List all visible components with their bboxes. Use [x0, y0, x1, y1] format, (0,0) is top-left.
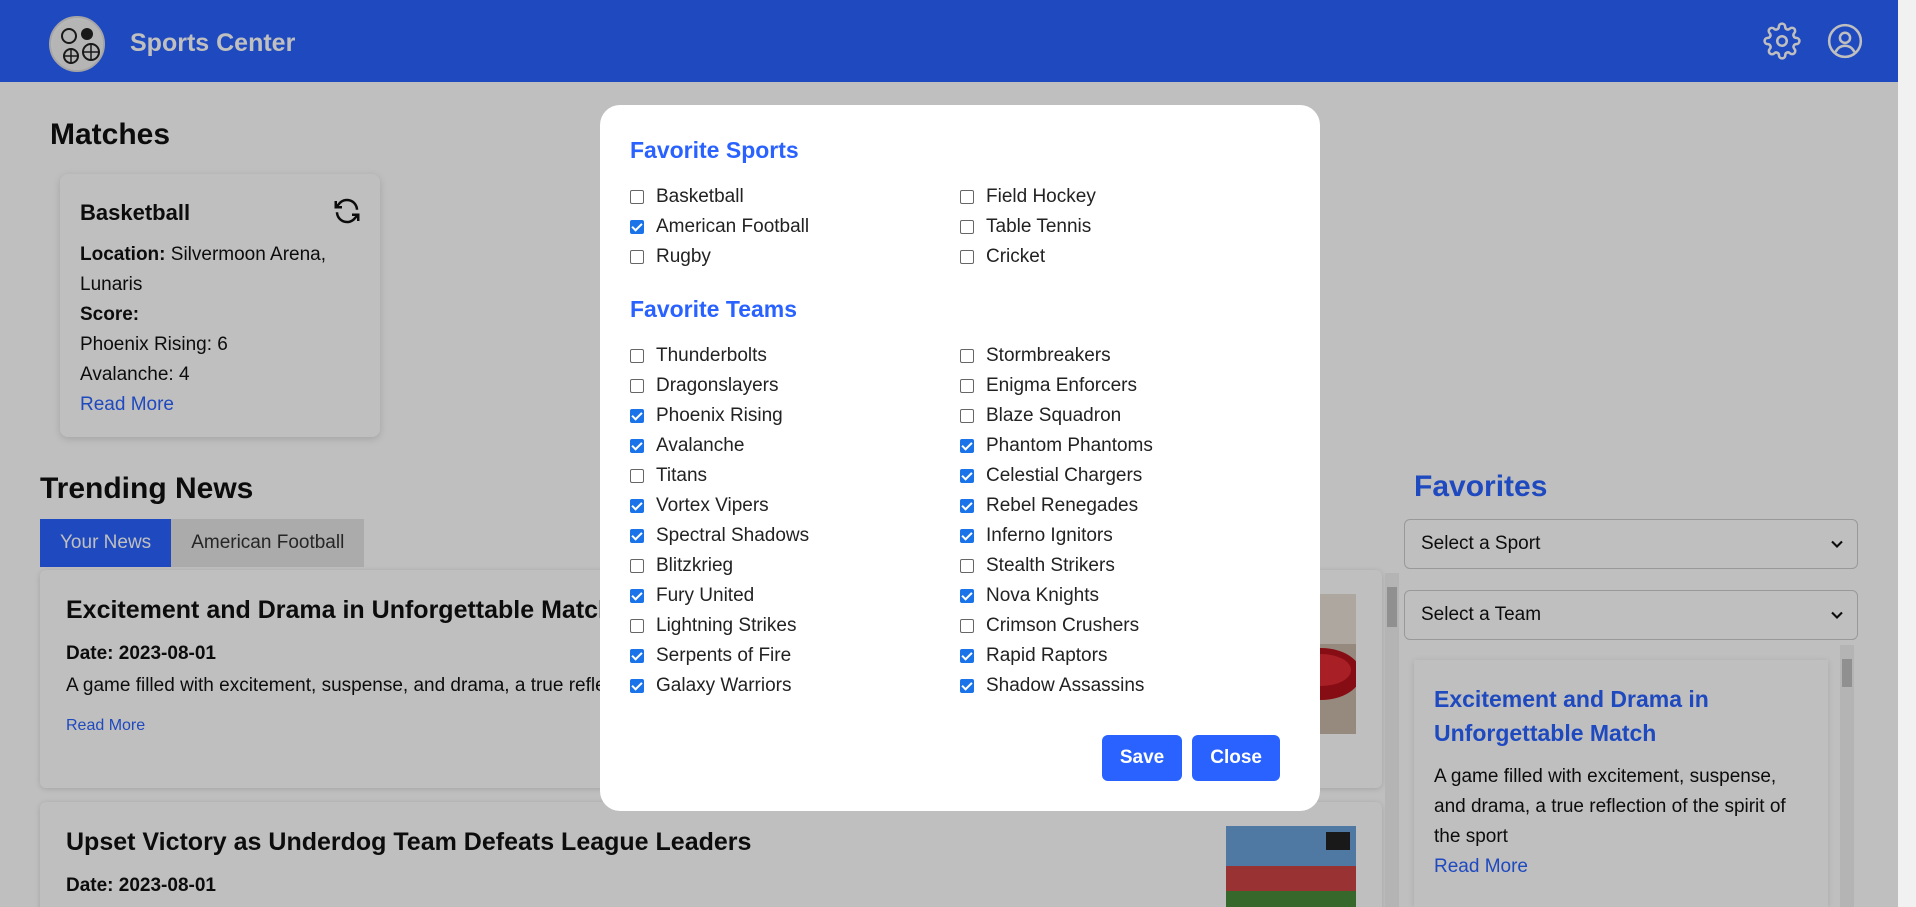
checkbox-row[interactable]: Rebel Renegades: [960, 491, 1290, 521]
checkbox-label: Table Tennis: [986, 216, 1092, 237]
checkbox-label: Blaze Squadron: [986, 405, 1122, 426]
checkbox-row[interactable]: Galaxy Warriors: [630, 671, 960, 701]
checkbox-row[interactable]: Phantom Phantoms: [960, 431, 1290, 461]
checkbox-unchecked[interactable]: [960, 559, 974, 573]
checkbox-label: Phantom Phantoms: [986, 435, 1153, 456]
checkbox-unchecked[interactable]: [630, 190, 644, 204]
checkbox-label: Dragonslayers: [656, 375, 779, 396]
checkbox-row[interactable]: Crimson Crushers: [960, 611, 1290, 641]
favorite-teams-heading: Favorite Teams: [630, 296, 798, 322]
checkbox-label: Titans: [656, 465, 708, 486]
checkbox-checked[interactable]: [960, 499, 974, 513]
checkbox-row[interactable]: American Football: [630, 212, 960, 242]
checkbox-unchecked[interactable]: [960, 349, 974, 363]
checkbox-unchecked[interactable]: [960, 220, 974, 234]
checkbox-row[interactable]: Basketball: [630, 182, 960, 212]
checkbox-label: Serpents of Fire: [656, 645, 792, 666]
checkbox-row[interactable]: Phoenix Rising: [630, 401, 960, 431]
checkbox-label: Celestial Chargers: [986, 465, 1143, 486]
checkbox-unchecked[interactable]: [630, 250, 644, 264]
checkbox-unchecked[interactable]: [630, 559, 644, 573]
checkbox-checked[interactable]: [630, 439, 644, 453]
checkbox-row[interactable]: Serpents of Fire: [630, 641, 960, 671]
checkbox-label: Enigma Enforcers: [986, 375, 1138, 396]
checkbox-checked[interactable]: [630, 220, 644, 234]
checkbox-label: Rapid Raptors: [986, 645, 1108, 666]
checkbox-label: Blitzkrieg: [656, 555, 734, 576]
checkbox-unchecked[interactable]: [630, 469, 644, 483]
checkbox-unchecked[interactable]: [960, 409, 974, 423]
checkbox-row[interactable]: Vortex Vipers: [630, 491, 960, 521]
checkbox-unchecked[interactable]: [960, 250, 974, 264]
checkbox-label: Avalanche: [656, 435, 745, 456]
checkbox-row[interactable]: Titans: [630, 461, 960, 491]
checkbox-label: Field Hockey: [986, 186, 1096, 207]
checkbox-row[interactable]: Fury United: [630, 581, 960, 611]
checkbox-row[interactable]: Inferno Ignitors: [960, 521, 1290, 551]
checkbox-label: Lightning Strikes: [656, 615, 797, 636]
checkbox-label: American Football: [656, 216, 810, 237]
checkbox-unchecked[interactable]: [630, 349, 644, 363]
checkbox-unchecked[interactable]: [630, 619, 644, 633]
checkbox-checked[interactable]: [960, 589, 974, 603]
checkbox-label: Crimson Crushers: [986, 615, 1140, 636]
save-button[interactable]: Save: [1101, 735, 1183, 781]
checkbox-checked[interactable]: [630, 499, 644, 513]
checkbox-label: Rebel Renegades: [986, 495, 1139, 516]
checkbox-row[interactable]: Blaze Squadron: [960, 401, 1290, 431]
checkbox-label: Basketball: [656, 186, 744, 207]
checkbox-unchecked[interactable]: [960, 190, 974, 204]
checkbox-checked[interactable]: [630, 409, 644, 423]
checkbox-unchecked[interactable]: [960, 619, 974, 633]
checkbox-label: Thunderbolts: [656, 345, 767, 366]
page-scrollbar[interactable]: [1898, 0, 1916, 907]
checkbox-row[interactable]: Avalanche: [630, 431, 960, 461]
checkbox-checked[interactable]: [630, 649, 644, 663]
checkbox-checked[interactable]: [960, 469, 974, 483]
checkbox-checked[interactable]: [960, 649, 974, 663]
checkbox-label: Rugby: [656, 246, 711, 267]
close-button[interactable]: Close: [1192, 735, 1280, 781]
checkbox-unchecked[interactable]: [630, 379, 644, 393]
checkbox-row[interactable]: Rapid Raptors: [960, 641, 1290, 671]
sports-checkbox-grid: Basketball Field Hockey American Football T…: [630, 182, 1290, 272]
checkbox-checked[interactable]: [630, 589, 644, 603]
checkbox-row[interactable]: Thunderbolts: [630, 341, 960, 371]
checkbox-checked[interactable]: [960, 529, 974, 543]
checkbox-row[interactable]: Cricket: [960, 242, 1290, 272]
checkbox-checked[interactable]: [630, 529, 644, 543]
checkbox-row[interactable]: Enigma Enforcers: [960, 371, 1290, 401]
checkbox-row[interactable]: Stealth Strikers: [960, 551, 1290, 581]
checkbox-label: Vortex Vipers: [656, 495, 769, 516]
checkbox-row[interactable]: Blitzkrieg: [630, 551, 960, 581]
checkbox-label: Spectral Shadows: [656, 525, 810, 546]
checkbox-label: Phoenix Rising: [656, 405, 783, 426]
checkbox-row[interactable]: Dragonslayers: [630, 371, 960, 401]
checkbox-label: Galaxy Warriors: [656, 675, 792, 696]
checkbox-row[interactable]: Rugby: [630, 242, 960, 272]
checkbox-row[interactable]: Spectral Shadows: [630, 521, 960, 551]
checkbox-label: Stealth Strikers: [986, 555, 1115, 576]
checkbox-row[interactable]: Table Tennis: [960, 212, 1290, 242]
checkbox-row[interactable]: Celestial Chargers: [960, 461, 1290, 491]
checkbox-row[interactable]: Field Hockey: [960, 182, 1290, 212]
modal-actions: Save Close: [1101, 735, 1280, 781]
checkbox-label: Inferno Ignitors: [986, 525, 1113, 546]
checkbox-row[interactable]: Shadow Assassins: [960, 671, 1290, 701]
checkbox-row[interactable]: Nova Knights: [960, 581, 1290, 611]
favorites-modal: Favorite Sports Basketball Field Hockey Am…: [600, 105, 1320, 811]
checkbox-checked[interactable]: [960, 679, 974, 693]
checkbox-label: Nova Knights: [986, 585, 1100, 606]
checkbox-checked[interactable]: [630, 679, 644, 693]
checkbox-label: Fury United: [656, 585, 755, 606]
checkbox-label: Shadow Assassins: [986, 675, 1145, 696]
checkbox-unchecked[interactable]: [960, 379, 974, 393]
checkbox-row[interactable]: Stormbreakers: [960, 341, 1290, 371]
checkbox-label: Stormbreakers: [986, 345, 1111, 366]
checkbox-checked[interactable]: [960, 439, 974, 453]
checkbox-label: Cricket: [986, 246, 1046, 267]
teams-checkbox-grid: Thunderbolts Stormbreakers Dragonslayers En…: [630, 341, 1290, 701]
checkbox-row[interactable]: Lightning Strikes: [630, 611, 960, 641]
favorite-sports-heading: Favorite Sports: [630, 137, 799, 163]
